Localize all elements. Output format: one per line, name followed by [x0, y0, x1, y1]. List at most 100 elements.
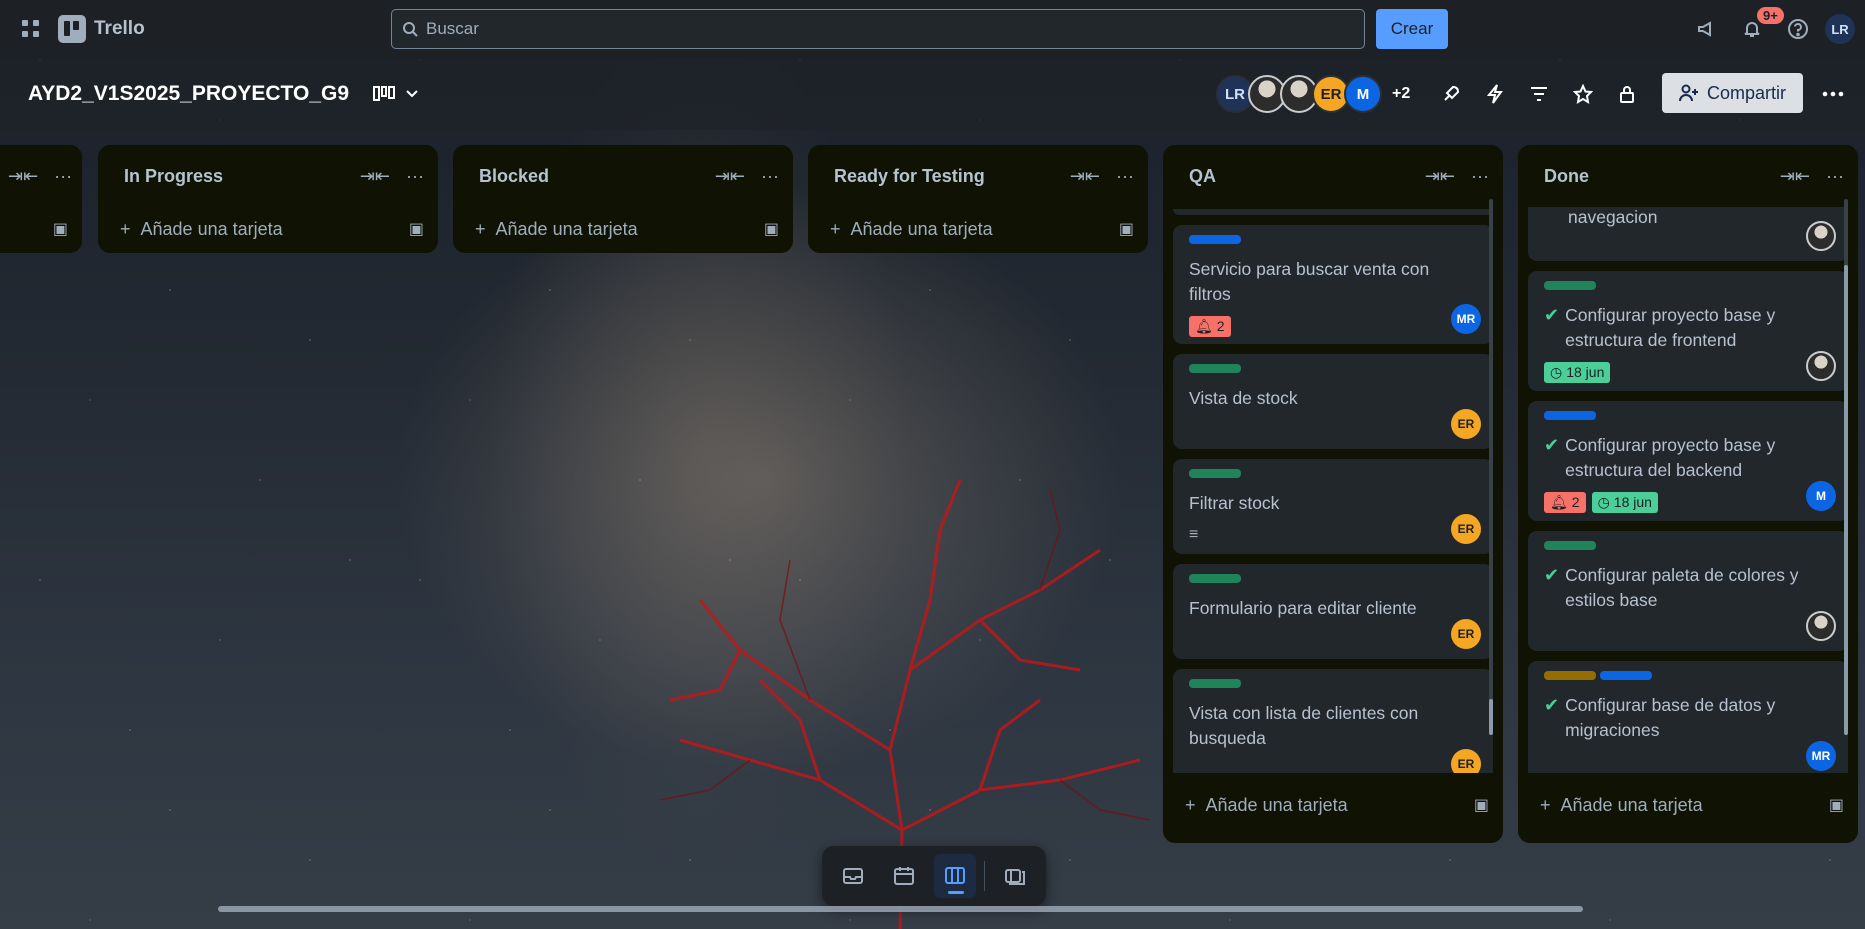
list-title[interactable]: QA	[1189, 166, 1216, 187]
notification-badge[interactable]: 🔔︎ 2	[1189, 315, 1231, 337]
card-member-avatar-photo[interactable]	[1806, 351, 1836, 381]
card[interactable]: Vista con lista de clientes con busqueda…	[1173, 669, 1493, 773]
board-members[interactable]: LR ER M +2	[1216, 75, 1410, 113]
calendar-view-icon[interactable]	[883, 854, 926, 898]
list-menu-dots-icon[interactable]: ···	[1826, 166, 1844, 187]
card-member-avatar-photo[interactable]	[1806, 611, 1836, 641]
card-label[interactable]	[1544, 541, 1596, 550]
board-menu-dots-icon[interactable]	[1814, 75, 1852, 113]
card-template-icon[interactable]: ▣	[764, 219, 779, 239]
notifications-bell-icon[interactable]: 9+	[1733, 7, 1784, 48]
card-member-avatar[interactable]: MR	[1806, 741, 1836, 771]
card-member-avatar[interactable]: ER	[1451, 514, 1481, 544]
filter-icon[interactable]	[1520, 75, 1558, 113]
card-member-avatar-photo[interactable]	[1806, 221, 1836, 251]
inbox-view-icon[interactable]	[832, 854, 875, 898]
search-field[interactable]	[391, 9, 1365, 49]
list-title[interactable]: Ready for Testing	[834, 166, 985, 187]
user-avatar[interactable]: LR	[1825, 14, 1855, 44]
card-member-avatar[interactable]: M	[1806, 481, 1836, 511]
megaphone-icon[interactable]	[1687, 10, 1725, 48]
trello-logo[interactable]: Trello	[58, 15, 145, 43]
card[interactable]: ✔ Configurar proyecto base y estructura d…	[1528, 401, 1848, 521]
card-member-avatar[interactable]: ER	[1451, 749, 1481, 773]
list-menu-dots-icon[interactable]: ···	[1116, 166, 1134, 187]
star-icon[interactable]	[1564, 75, 1602, 113]
add-card-button[interactable]: + Añade una tarjeta	[1185, 795, 1348, 816]
check-circle-icon[interactable]: ✔	[1544, 303, 1559, 353]
search-input[interactable]	[426, 19, 1364, 39]
list-scrollbar-thumb[interactable]	[1844, 265, 1848, 735]
card-label[interactable]	[1189, 574, 1241, 583]
card[interactable]: ✔ Configurar paleta de colores y estilos …	[1528, 531, 1848, 651]
card-label[interactable]	[1189, 235, 1241, 244]
card-label[interactable]	[1544, 281, 1596, 290]
collapse-list-icon[interactable]: ⇥⇤	[360, 166, 390, 187]
card-member-avatar[interactable]: ER	[1451, 409, 1481, 439]
card[interactable]: Servicio para buscar venta con filtros 🔔…	[1173, 225, 1493, 344]
collapse-list-icon[interactable]: ⇥⇤	[8, 166, 38, 187]
card-member-avatar[interactable]: ER	[1451, 619, 1481, 649]
card-label[interactable]	[1189, 364, 1241, 373]
card-label[interactable]	[1189, 469, 1241, 478]
card[interactable]: Formulario para editar cliente ER	[1173, 564, 1493, 659]
board-horizontal-scrollbar[interactable]	[218, 906, 1583, 912]
member-avatar[interactable]: M	[1344, 75, 1382, 113]
list-menu-dots-icon[interactable]: ···	[1471, 166, 1489, 187]
help-icon[interactable]	[1779, 10, 1817, 48]
card[interactable]: ✔ Configurar base de datos y migraciones …	[1528, 661, 1848, 773]
share-button[interactable]: Compartir	[1662, 73, 1803, 113]
card-template-icon[interactable]: ▣	[1119, 219, 1134, 239]
collapse-list-icon[interactable]: ⇥⇤	[1425, 166, 1455, 187]
card[interactable]: Filtrar stock ≡ ER	[1173, 459, 1493, 554]
card-template-icon[interactable]: ▣	[1829, 795, 1844, 815]
share-label: Compartir	[1706, 82, 1786, 103]
check-circle-icon[interactable]: ✔	[1544, 563, 1559, 613]
due-date-badge[interactable]: ◷ 18 jun	[1544, 361, 1611, 383]
plus-icon: +	[1540, 794, 1551, 815]
board-title[interactable]: AYD2_V1S2025_PROYECTO_G9	[28, 82, 349, 106]
board-view-switcher[interactable]	[373, 85, 419, 103]
card[interactable]: ✔ Configurar proyecto base y estructura d…	[1528, 271, 1848, 391]
notification-badge[interactable]: 🔔︎ 2	[1544, 491, 1586, 513]
card-label[interactable]	[1189, 679, 1241, 688]
list-menu-dots-icon[interactable]: ···	[54, 166, 72, 187]
add-card-button[interactable]: + Añade una tarjeta	[475, 219, 638, 240]
power-ups-rocket-icon[interactable]	[1432, 75, 1470, 113]
list-menu-dots-icon[interactable]: ···	[761, 166, 779, 187]
list-scrollbar-thumb[interactable]	[1489, 699, 1493, 735]
card-label[interactable]	[1544, 671, 1596, 680]
card-title-row: ✔ Configurar proyecto base y estructura d…	[1544, 433, 1834, 483]
switch-boards-icon[interactable]	[993, 854, 1036, 898]
list-title[interactable]: In Progress	[124, 166, 223, 187]
card-template-icon[interactable]: ▣	[409, 219, 424, 239]
card[interactable]: navegacion	[1528, 207, 1848, 261]
add-card-button[interactable]: + Añade una tarjeta	[830, 219, 993, 240]
automation-lightning-icon[interactable]	[1476, 75, 1514, 113]
collapse-list-icon[interactable]: ⇥⇤	[1780, 166, 1810, 187]
collapse-list-icon[interactable]: ⇥⇤	[1070, 166, 1100, 187]
add-card-button[interactable]: + Añade una tarjeta	[120, 219, 283, 240]
list-title[interactable]: Blocked	[479, 166, 549, 187]
list-menu-dots-icon[interactable]: ···	[406, 166, 424, 187]
card-template-icon[interactable]: ▣	[53, 219, 68, 239]
card[interactable]: Vista de stock ER	[1173, 354, 1493, 449]
app-switcher-icon[interactable]	[12, 10, 50, 48]
more-members-count[interactable]: +2	[1392, 85, 1410, 103]
check-circle-icon[interactable]: ✔	[1544, 693, 1559, 743]
card-template-icon[interactable]: ▣	[1474, 795, 1489, 815]
due-date: 18 jun	[1613, 494, 1652, 510]
card-label[interactable]	[1600, 671, 1652, 680]
card-member-avatar[interactable]: MR	[1451, 304, 1481, 334]
board-view-active-icon[interactable]	[933, 854, 977, 898]
due-date-badge[interactable]: ◷ 18 jun	[1591, 491, 1658, 513]
add-card-button[interactable]: + Añade una tarjeta	[1540, 795, 1703, 816]
create-button[interactable]: Crear	[1376, 9, 1448, 49]
lock-icon[interactable]	[1608, 75, 1646, 113]
list-title[interactable]: Done	[1544, 166, 1589, 187]
check-circle-icon[interactable]: ✔	[1544, 433, 1559, 483]
collapse-list-icon[interactable]: ⇥⇤	[715, 166, 745, 187]
card-label[interactable]	[1544, 411, 1596, 420]
list-scrollbar[interactable]	[1489, 199, 1493, 735]
list-cards-container: Servicio para buscar venta con filtros 🔔…	[1163, 207, 1503, 773]
